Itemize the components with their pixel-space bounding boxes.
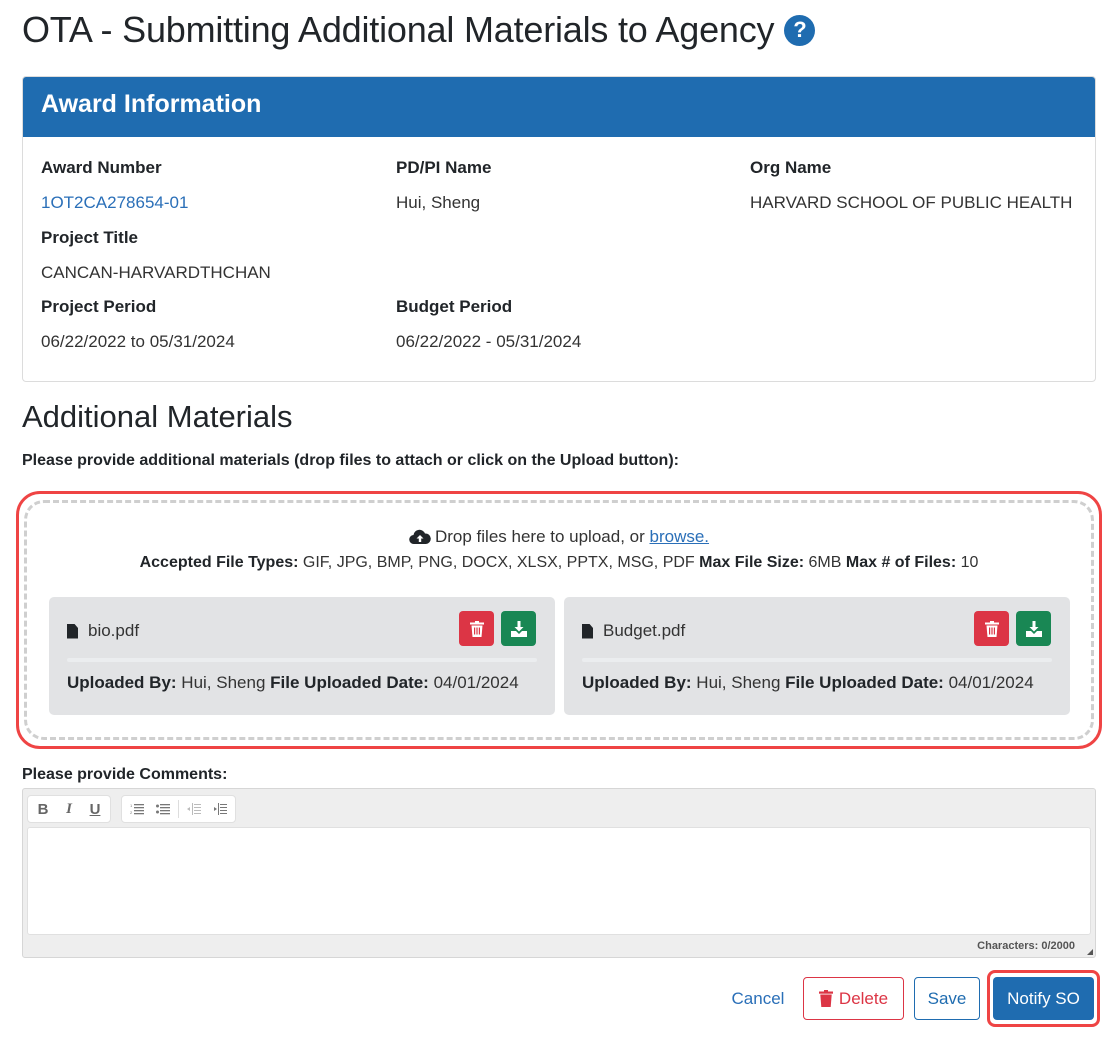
field-value: 06/22/2022 to 05/31/2024 [41,332,235,351]
character-count: Characters: 0/2000 [977,940,1075,952]
file-icon [582,623,593,639]
file-meta: Uploaded By: Hui, Sheng File Uploaded Da… [67,673,519,693]
dropzone-prompt: Drop files here to upload, or browse. [27,527,1091,550]
field-label: Award Number [41,158,162,177]
field-value: HARVARD SCHOOL OF PUBLIC HEALTH [750,193,1073,212]
bold-button[interactable]: B [32,798,54,820]
award-number-link[interactable]: 1OT2CA278654-01 [41,193,188,213]
file-card-divider [67,658,537,662]
trash-icon [818,990,833,1007]
file-name-text: bio.pdf [88,621,140,640]
outdent-button[interactable] [183,798,205,820]
field-project-period: Project Period 06/22/2022 to 05/31/2024 [41,297,235,352]
notify-so-button[interactable]: Notify SO [993,977,1094,1020]
file-name: Budget.pdf [582,621,685,641]
trash-icon [469,620,484,637]
delete-file-button[interactable] [459,611,494,646]
uploaded-by-value: Hui, Sheng [696,673,781,692]
field-label: Org Name [750,158,832,177]
field-label: PD/PI Name [396,158,492,177]
delete-button-label: Delete [838,988,889,1008]
field-value: 06/22/2022 - 05/31/2024 [396,332,582,351]
max-files-label: Max # of Files: [845,554,957,571]
bullet-list-icon [156,804,170,815]
delete-button[interactable]: Delete [803,977,904,1020]
file-constraints: Accepted File Types: GIF, JPG, BMP, PNG,… [27,554,1091,572]
upload-date-value: 04/01/2024 [433,673,519,692]
page-title-text: OTA - Submitting Additional Materials to… [22,9,775,50]
max-files-value: 10 [960,554,979,571]
dropzone-text: Drop files here to upload, or [434,527,645,546]
underline-button[interactable]: U [84,798,106,820]
field-label: Project Period [41,297,157,316]
max-size-label: Max File Size: [699,554,805,571]
svg-text:1: 1 [130,803,133,808]
field-label: Budget Period [396,297,513,316]
upload-date-value: 04/01/2024 [948,673,1034,692]
uploaded-by-value: Hui, Sheng [181,673,266,692]
download-file-button[interactable] [501,611,536,646]
download-file-button[interactable] [1016,611,1051,646]
accepted-types-value: GIF, JPG, BMP, PNG, DOCX, XLSX, PPTX, MS… [302,554,695,571]
upload-instructions: Please provide additional materials (dro… [22,452,679,469]
format-toolbar-group: B I U [27,795,111,823]
download-icon [1025,620,1042,637]
comments-label: Please provide Comments: [22,766,228,783]
section-title: Additional Materials [22,399,293,434]
uploaded-by-label: Uploaded By: [582,673,692,692]
upload-date-label: File Uploaded Date: [270,673,429,692]
file-card: Budget.pdf Uploaded By: Hui, Sheng File … [564,597,1070,715]
download-icon [510,620,527,637]
file-card-divider [582,658,1052,662]
card-header: Award Information [23,77,1095,137]
field-budget-period: Budget Period 06/22/2022 - 05/31/2024 [396,297,581,352]
svg-text:2: 2 [130,810,133,815]
italic-button[interactable]: I [58,798,80,820]
field-org-name: Org Name HARVARD SCHOOL OF PUBLIC HEALTH [750,158,1072,213]
browse-link[interactable]: browse. [650,527,710,546]
ordered-list-icon: 12 [130,803,144,815]
award-information-card: Award Information Award Number 1OT2CA278… [22,76,1096,382]
comments-input[interactable] [27,827,1091,935]
file-meta: Uploaded By: Hui, Sheng File Uploaded Da… [582,673,1034,693]
toolbar-separator [178,800,179,818]
field-pdpi-name: PD/PI Name Hui, Sheng [396,158,491,213]
file-name-text: Budget.pdf [603,621,686,640]
comments-editor: B I U 12 Characters: 0/2000 [22,788,1096,958]
indent-button[interactable] [209,798,231,820]
page-title: OTA - Submitting Additional Materials to… [22,8,816,52]
outdent-icon [187,803,201,815]
save-button[interactable]: Save [914,977,980,1020]
field-project-title: Project Title CANCAN-HARVARDTHCHAN [41,228,271,283]
file-icon [67,623,78,639]
ordered-list-button[interactable]: 12 [126,798,148,820]
resize-handle[interactable] [1087,949,1093,955]
accepted-types-label: Accepted File Types: [139,554,299,571]
delete-file-button[interactable] [974,611,1009,646]
indent-icon [214,803,227,815]
field-label: Project Title [41,228,138,247]
file-name: bio.pdf [67,621,139,641]
uploaded-by-label: Uploaded By: [67,673,177,692]
file-dropzone[interactable]: Drop files here to upload, or browse. Ac… [24,500,1094,740]
field-value: Hui, Sheng [396,193,481,212]
field-value: CANCAN-HARVARDTHCHAN [41,263,271,282]
cloud-upload-icon [409,529,431,550]
max-size-value: 6MB [808,554,842,571]
list-toolbar-group: 12 [121,795,236,823]
upload-date-label: File Uploaded Date: [785,673,944,692]
field-award-number: Award Number 1OT2CA278654-01 [41,158,188,213]
cancel-button[interactable]: Cancel [726,977,790,1020]
trash-icon [984,620,999,637]
question-circle-icon[interactable]: ? [784,14,816,46]
file-card: bio.pdf Uploaded By: Hui, Sheng File Upl… [49,597,555,715]
bullet-list-button[interactable] [152,798,174,820]
